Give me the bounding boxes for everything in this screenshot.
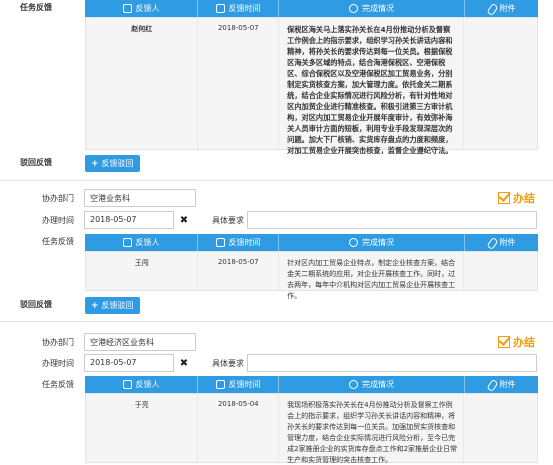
specific-req-field-3[interactable] — [247, 354, 537, 372]
specific-req-label-3: 具体要求 — [212, 359, 244, 368]
page: 任务反馈 反馈人 反馈时间 完成情况 附件 赵何红 2018-05-07 保税区… — [0, 0, 553, 465]
feedback-return-button[interactable]: + 反馈驳回 — [85, 155, 140, 172]
col-attach-label-2: 附件 — [499, 238, 516, 247]
col-attach-label: 附件 — [499, 4, 516, 13]
col-person-label: 反馈人 — [135, 4, 160, 13]
collab-dept-label-3: 协办部门 — [42, 338, 74, 347]
feedback-attachment-2 — [464, 252, 537, 290]
specific-req-label: 具体要求 — [212, 216, 244, 225]
collab-dept-field[interactable]: 空港业务科 — [84, 189, 196, 207]
col-attach-3: 附件 — [465, 376, 538, 393]
complete-button-3[interactable]: 办结 — [498, 334, 535, 350]
col-status-label-3: 完成情况 — [362, 380, 394, 389]
feedback-status-2: 针对区内加工贸易企业特点，制定企业核查方案，结合金关二期系统的应用，对企业开展核… — [279, 252, 465, 300]
col-time-3: 反馈时间 — [198, 376, 279, 393]
table-row: 于亮 2018-05-04 我现场积极落实孙关长在4月份推动分析及督察工作例会上… — [85, 393, 538, 464]
col-attach-label-3: 附件 — [499, 380, 516, 389]
table-row: 赵何红 2018-05-07 保税区海关马上落实孙关长在4月份推动分析及督察工作… — [85, 17, 538, 155]
task-feedback-label-2: 任务反馈 — [42, 237, 74, 246]
paperclip-icon — [488, 4, 496, 14]
clear-date-icon-3[interactable]: ✖ — [175, 354, 193, 372]
col-time: 反馈时间 — [198, 0, 279, 17]
col-person-3: 反馈人 — [85, 376, 198, 393]
complete-button[interactable]: 办结 — [498, 190, 535, 206]
calendar-icon — [215, 4, 225, 13]
col-person-label-3: 反馈人 — [135, 380, 160, 389]
col-person-label-2: 反馈人 — [135, 238, 160, 247]
feedback-person-3: 于亮 — [86, 394, 199, 462]
checkbox-icon — [498, 336, 510, 348]
divider — [0, 180, 553, 181]
complete-label-3: 办结 — [513, 336, 535, 349]
feedback-table-header-2: 反馈人 反馈时间 完成情况 附件 — [85, 234, 538, 251]
divider-2 — [0, 321, 553, 322]
feedback-time: 2018-05-07 — [198, 18, 280, 149]
feedback-status-3: 我现场积极落实孙关长在4月份推动分析及督察工作例会上的指示要求，组织学习孙关长讲… — [279, 394, 465, 464]
col-time-label-3: 反馈时间 — [228, 380, 261, 389]
calendar-icon — [215, 380, 225, 389]
calendar-icon — [215, 238, 225, 247]
person-icon — [122, 4, 132, 13]
handle-time-label: 办理时间 — [42, 216, 74, 225]
col-attach: 附件 — [465, 0, 538, 17]
plus-icon: + — [91, 158, 99, 169]
plus-icon: + — [91, 300, 99, 311]
feedback-return-button-2[interactable]: + 反馈驳回 — [85, 297, 140, 314]
col-person-2: 反馈人 — [85, 234, 198, 251]
feedback-time-2: 2018-05-07 — [198, 252, 280, 290]
col-person: 反馈人 — [85, 0, 198, 17]
complete-label: 办结 — [513, 192, 535, 205]
col-time-2: 反馈时间 — [198, 234, 279, 251]
collab-dept-field-3[interactable]: 空港经济区业务科 — [84, 333, 196, 351]
feedback-person-2: 王闯 — [86, 252, 199, 290]
handle-time-field[interactable]: 2018-05-07 — [84, 211, 174, 229]
checkbox-icon — [498, 192, 510, 204]
feedback-table-header: 反馈人 反馈时间 完成情况 附件 — [85, 0, 538, 17]
col-status-label: 完成情况 — [362, 4, 394, 13]
handle-time-field-3[interactable]: 2018-05-07 — [84, 354, 174, 372]
check-circle-icon — [349, 380, 358, 389]
table-row: 王闯 2018-05-07 针对区内加工贸易企业特点，制定企业核查方案，结合金关… — [85, 251, 538, 300]
col-status-2: 完成情况 — [279, 234, 465, 251]
return-feedback-label-2: 驳回反馈 — [20, 300, 52, 309]
feedback-table-header-3: 反馈人 反馈时间 完成情况 附件 — [85, 376, 538, 393]
check-circle-icon — [349, 4, 358, 13]
person-icon — [122, 380, 132, 389]
feedback-time-3: 2018-05-04 — [198, 394, 280, 462]
return-feedback-label: 驳回反馈 — [20, 158, 52, 167]
feedback-return-label-2: 反馈驳回 — [101, 301, 134, 310]
col-status: 完成情况 — [279, 0, 465, 17]
feedback-return-label: 反馈驳回 — [101, 159, 134, 168]
col-status-3: 完成情况 — [279, 376, 465, 393]
clear-date-icon[interactable]: ✖ — [175, 211, 193, 229]
collab-dept-label: 协办部门 — [42, 194, 74, 203]
person-icon — [122, 238, 132, 247]
check-circle-icon — [349, 238, 358, 247]
specific-req-field[interactable] — [247, 211, 537, 229]
col-attach-2: 附件 — [465, 234, 538, 251]
feedback-person: 赵何红 — [86, 18, 199, 149]
task-feedback-label: 任务反馈 — [20, 3, 52, 12]
handle-time-label-3: 办理时间 — [42, 359, 74, 368]
paperclip-icon — [488, 238, 496, 248]
task-feedback-label-3: 任务反馈 — [42, 380, 74, 389]
col-time-label-2: 反馈时间 — [228, 238, 261, 247]
feedback-attachment-3 — [464, 394, 537, 462]
col-status-label-2: 完成情况 — [362, 238, 394, 247]
col-time-label: 反馈时间 — [228, 4, 261, 13]
paperclip-icon — [488, 380, 496, 390]
feedback-attachment — [464, 18, 537, 149]
feedback-status: 保税区海关马上落实孙关长在4月份推动分析及督察工作例会上的指示要求，组织学习孙关… — [279, 18, 465, 155]
